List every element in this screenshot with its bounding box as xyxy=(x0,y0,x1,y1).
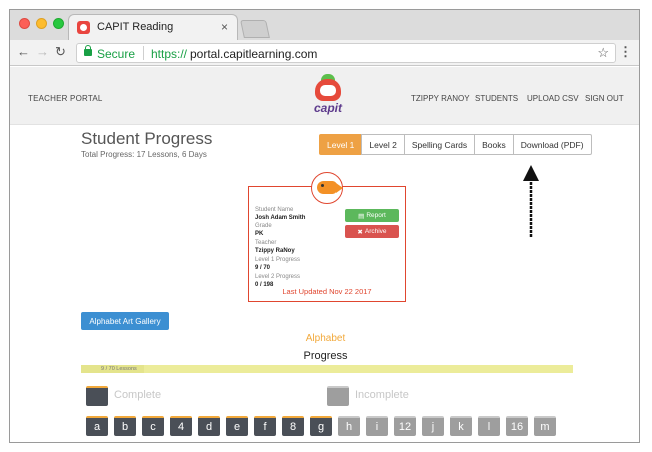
lock-icon xyxy=(84,45,92,56)
level-1-progress-label: Level 1 Progress xyxy=(255,257,301,263)
archive-button-label: Archive xyxy=(364,228,387,235)
lesson-tile[interactable]: d xyxy=(198,416,220,436)
bookmark-star-icon[interactable]: ☆ xyxy=(597,45,609,61)
new-tab-button[interactable] xyxy=(240,20,270,38)
report-button[interactable]: ▤ Report xyxy=(345,209,399,222)
page-title: Student Progress xyxy=(81,129,213,148)
download-pdf-button[interactable]: Download (PDF) xyxy=(512,134,592,155)
teacher-portal-link[interactable]: TEACHER PORTAL xyxy=(28,94,103,103)
lesson-tile[interactable]: i xyxy=(366,416,388,436)
student-card: Student Name Josh Adam Smith Grade PK Te… xyxy=(248,172,406,302)
spelling-cards-button[interactable]: Spelling Cards xyxy=(403,134,476,155)
browser-tab[interactable]: CAPIT Reading × xyxy=(68,14,238,40)
browser-toolbar: ← → ↻ Secure https:// portal.capitlearni… xyxy=(10,40,639,66)
total-progress-text: Total Progress: 17 Lessons, 6 Days xyxy=(81,150,207,159)
lesson-tile[interactable]: f xyxy=(254,416,276,436)
url-host: portal.capitlearning.com xyxy=(190,47,318,61)
minimize-window-button[interactable] xyxy=(36,18,47,29)
grade-value: PK xyxy=(255,231,264,237)
level-button-group: Level 1 Level 2 Spelling Cards Books Dow… xyxy=(319,134,592,155)
fish-avatar-icon xyxy=(317,181,343,194)
last-updated-text: Last Updated Nov 22 2017 xyxy=(282,287,372,296)
alphabet-art-gallery-button[interactable]: Alphabet Art Gallery xyxy=(81,312,169,330)
alphabet-progress-bar: 9 / 70 Lessons xyxy=(81,365,573,373)
tab-close-icon[interactable]: × xyxy=(221,20,228,34)
lesson-tile[interactable]: g xyxy=(310,416,332,436)
teacher-value: Tzippy RaNoy xyxy=(255,248,295,254)
lesson-tile[interactable]: b xyxy=(114,416,136,436)
lesson-tile[interactable]: 16 xyxy=(506,416,528,436)
lesson-tile[interactable]: e xyxy=(226,416,248,436)
tab-strip: CAPIT Reading × xyxy=(10,10,639,40)
teacher-label: Teacher xyxy=(255,240,277,246)
student-name-label: Student Name xyxy=(255,207,294,213)
complete-legend-label: Complete xyxy=(114,389,162,401)
lesson-tile[interactable]: 8 xyxy=(282,416,304,436)
level-1-progress-value: 9 / 70 xyxy=(255,265,271,271)
lesson-tile[interactable]: a xyxy=(86,416,108,436)
level-2-progress-label: Level 2 Progress xyxy=(255,274,301,280)
tab-title: CAPIT Reading xyxy=(97,21,174,33)
lesson-tile[interactable]: k xyxy=(450,416,472,436)
capit-logo[interactable]: capit xyxy=(312,73,344,115)
alphabet-title: Alphabet xyxy=(305,333,346,344)
url-protocol: https:// xyxy=(151,47,188,61)
logo-text: capit xyxy=(313,101,342,115)
progress-bar-text: 9 / 70 Lessons xyxy=(101,366,137,372)
grade-label: Grade xyxy=(255,223,272,229)
books-button[interactable]: Books xyxy=(474,134,514,155)
maximize-window-button[interactable] xyxy=(53,18,64,29)
close-icon: ✖ xyxy=(357,228,363,236)
lesson-tile[interactable]: h xyxy=(338,416,360,436)
close-window-button[interactable] xyxy=(19,18,30,29)
lesson-tile[interactable]: l xyxy=(478,416,500,436)
level-2-button[interactable]: Level 2 xyxy=(361,134,405,155)
incomplete-legend-label: Incomplete xyxy=(355,389,409,401)
url-separator xyxy=(143,46,144,60)
nav-sign-out[interactable]: SIGN OUT xyxy=(585,94,624,103)
report-button-label: Report xyxy=(366,212,386,219)
site-header: TEACHER PORTAL capit TZIPPY RANOY STUDEN… xyxy=(10,67,639,125)
browser-window: CAPIT Reading × ← → ↻ Secure https:// po… xyxy=(9,9,640,443)
nav-user[interactable]: TZIPPY RANOY xyxy=(411,94,470,103)
secure-label: Secure xyxy=(97,47,136,61)
annotation-arrow-icon xyxy=(523,165,539,237)
address-bar[interactable]: Secure https:// portal.capitlearning.com… xyxy=(76,43,616,63)
nav-students[interactable]: STUDENTS xyxy=(475,94,518,103)
back-arrow-icon[interactable]: ← xyxy=(17,44,30,59)
reload-icon[interactable]: ↻ xyxy=(55,44,66,60)
lesson-tile[interactable]: 4 xyxy=(170,416,192,436)
lesson-tile[interactable]: j xyxy=(422,416,444,436)
logo-face-icon xyxy=(315,79,341,101)
archive-button[interactable]: ✖ Archive xyxy=(345,225,399,238)
lesson-tile[interactable]: 12 xyxy=(394,416,416,436)
complete-legend-swatch xyxy=(86,386,108,406)
incomplete-legend-swatch xyxy=(327,386,349,406)
nav-upload-csv[interactable]: UPLOAD CSV xyxy=(527,94,579,103)
lesson-tile[interactable]: c xyxy=(142,416,164,436)
lesson-tile[interactable]: m xyxy=(534,416,556,436)
browser-menu-icon[interactable]: ⋮ xyxy=(619,44,632,60)
progress-title: Progress xyxy=(303,350,348,362)
student-avatar xyxy=(311,172,343,204)
student-name: Josh Adam Smith xyxy=(255,215,306,221)
level-1-button[interactable]: Level 1 xyxy=(319,134,363,155)
report-icon: ▤ xyxy=(358,212,365,220)
forward-arrow-icon[interactable]: → xyxy=(36,44,49,59)
lesson-tiles: a b c 4 d e f 8 g h i 12 j k l 16 m xyxy=(86,416,562,436)
capit-favicon-icon xyxy=(77,21,90,34)
